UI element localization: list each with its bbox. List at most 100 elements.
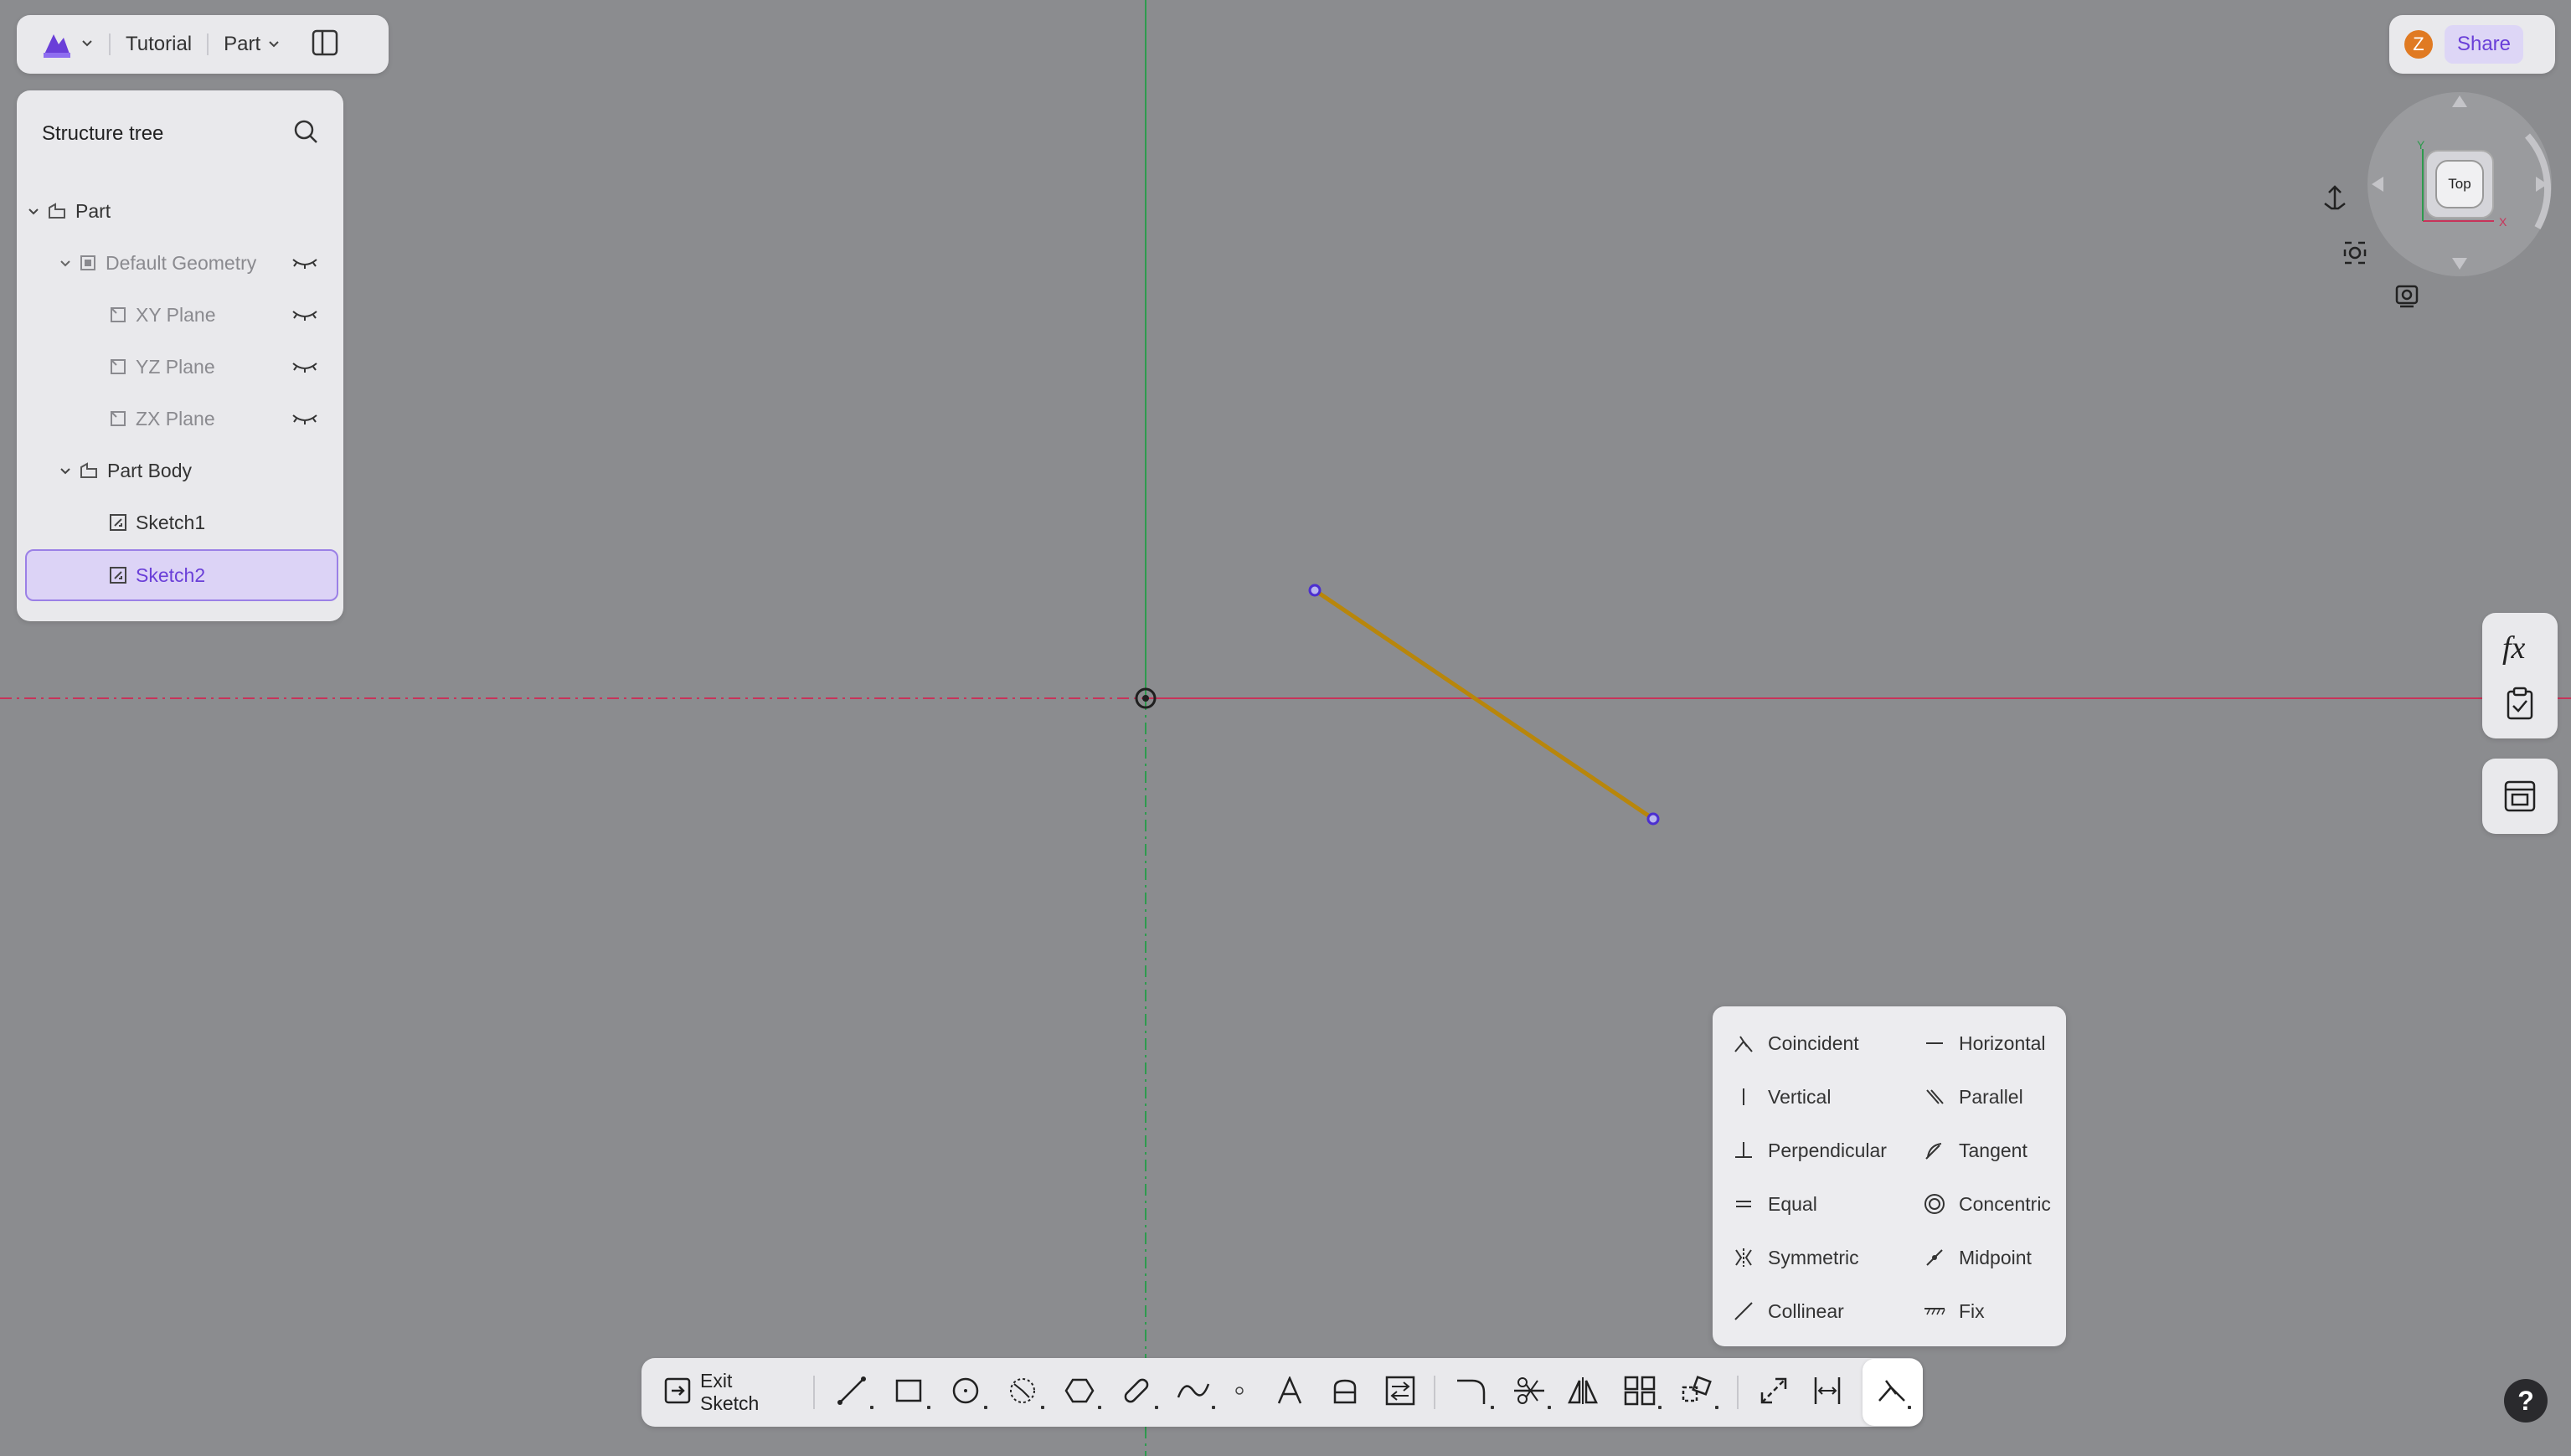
chevron-down-icon[interactable] <box>80 36 94 54</box>
body-icon <box>79 460 99 481</box>
tree-item-label: ZX Plane <box>136 407 215 430</box>
home-view-icon[interactable] <box>2324 185 2346 210</box>
tree-item-label: YZ Plane <box>136 355 215 378</box>
constraint-label: Tangent <box>1959 1139 2027 1161</box>
constraint-label: Collinear <box>1768 1299 1844 1322</box>
render-mode-icon[interactable] <box>2395 285 2419 308</box>
view-navigator[interactable]: Top X Y <box>2295 84 2554 318</box>
constraint-label: Parallel <box>1959 1085 2023 1108</box>
constraint-tool-icon <box>1876 1376 1909 1410</box>
constraint-label: Midpoint <box>1959 1246 2032 1268</box>
tree-item-default-geometry[interactable]: Default Geometry <box>25 239 333 287</box>
tree-item-label: Part Body <box>107 459 192 481</box>
text-tool-icon <box>1275 1375 1304 1409</box>
tree-item-yz-plane[interactable]: YZ Plane <box>25 342 333 391</box>
visibility-hidden-icon[interactable] <box>291 252 318 275</box>
part-icon <box>47 201 67 221</box>
transform-tool[interactable] <box>1677 1367 1719 1417</box>
tree-item-sketch1[interactable]: Sketch1 <box>25 498 333 547</box>
constraint-equal[interactable]: Equal <box>1731 1187 1817 1221</box>
top-toolbar: Tutorial Part <box>17 15 389 74</box>
pattern-tool[interactable] <box>1620 1367 1662 1417</box>
constraint-fix[interactable]: Fix <box>1922 1294 1985 1328</box>
structure-tree-panel: Structure tree Part Default Geometry XY … <box>17 90 343 621</box>
vertical-icon <box>1731 1087 1756 1107</box>
line-endpoint-end[interactable] <box>1646 812 1660 826</box>
constraint-collinear[interactable]: Collinear <box>1731 1294 1844 1328</box>
share-button[interactable]: Share <box>2445 25 2523 64</box>
construction-tool-icon <box>1759 1376 1789 1410</box>
chevron-down-icon[interactable] <box>57 464 74 477</box>
circle-tool[interactable] <box>945 1367 987 1417</box>
constraint-label: Perpendicular <box>1768 1139 1887 1161</box>
tree-item-sketch2[interactable]: Sketch2 <box>25 549 338 601</box>
symmetric-icon <box>1731 1248 1756 1268</box>
exit-sketch-button[interactable]: Exit Sketch <box>663 1367 796 1417</box>
mirror-tool[interactable] <box>1566 1367 1600 1417</box>
constraint-vertical[interactable]: Vertical <box>1731 1080 1831 1114</box>
line-endpoint-start[interactable] <box>1308 584 1322 597</box>
visibility-hidden-icon[interactable] <box>291 304 318 327</box>
app-logo-icon[interactable] <box>39 26 75 63</box>
tree-item-part-body[interactable]: Part Body <box>25 446 333 495</box>
tree-item-xy-plane[interactable]: XY Plane <box>25 291 333 339</box>
tree-item-zx-plane[interactable]: ZX Plane <box>25 394 333 443</box>
line-tool-icon <box>837 1376 867 1410</box>
visibility-hidden-icon[interactable] <box>291 408 318 430</box>
part-menu-button[interactable]: Part <box>224 33 281 56</box>
tree-item-label: Part <box>75 199 111 222</box>
transform-tool-icon <box>1680 1375 1713 1410</box>
concentric-icon <box>1922 1193 1947 1215</box>
line-tool[interactable] <box>832 1367 873 1417</box>
formula-fx-button[interactable]: fx <box>2502 630 2525 666</box>
convert-tool[interactable] <box>1383 1367 1417 1417</box>
constraint-symmetric[interactable]: Symmetric <box>1731 1241 1859 1274</box>
polygon-tool[interactable] <box>1059 1367 1101 1417</box>
divider <box>207 33 209 55</box>
share-bar: Z Share <box>2389 15 2555 74</box>
constraint-label: Concentric <box>1959 1192 2051 1215</box>
horizontal-icon <box>1922 1033 1947 1053</box>
chevron-down-icon <box>267 33 281 56</box>
trim-tool[interactable] <box>1509 1367 1552 1417</box>
constraint-concentric[interactable]: Concentric <box>1922 1187 2051 1221</box>
fit-view-icon[interactable] <box>2343 241 2367 265</box>
rectangle-tool[interactable] <box>889 1367 930 1417</box>
sketch-canvas[interactable] <box>0 0 2571 1456</box>
sketch-line[interactable] <box>1312 588 1656 821</box>
user-avatar[interactable]: Z <box>2404 30 2433 59</box>
constraint-perpendicular[interactable]: Perpendicular <box>1731 1134 1887 1167</box>
tree-item-part[interactable]: Part <box>25 187 333 235</box>
visibility-hidden-icon[interactable] <box>291 356 318 378</box>
spline-tool-icon <box>1177 1376 1210 1410</box>
view-cube-label: Top <box>2448 176 2471 192</box>
spline-tool[interactable] <box>1173 1367 1215 1417</box>
table-icon[interactable] <box>2504 780 2536 816</box>
checklist-icon[interactable] <box>2506 687 2534 724</box>
sketch-icon <box>109 566 127 584</box>
project-name[interactable]: Tutorial <box>126 33 192 56</box>
constraint-coincident[interactable]: Coincident <box>1731 1026 1859 1060</box>
constraint-parallel[interactable]: Parallel <box>1922 1080 2023 1114</box>
layout-toggle-icon[interactable] <box>311 28 339 61</box>
right-tools-panel: fx <box>2482 613 2558 738</box>
arc-tool[interactable] <box>1002 1367 1044 1417</box>
constraint-tool[interactable] <box>1863 1359 1924 1426</box>
constraint-horizontal[interactable]: Horizontal <box>1922 1026 2046 1060</box>
tree-item-label: XY Plane <box>136 303 216 326</box>
chevron-down-icon[interactable] <box>57 256 74 270</box>
dimension-tool[interactable] <box>1809 1367 1846 1417</box>
fillet-tool[interactable] <box>1452 1367 1495 1417</box>
constraint-midpoint[interactable]: Midpoint <box>1922 1241 2032 1274</box>
point-tool[interactable] <box>1227 1367 1252 1417</box>
help-button[interactable]: ? <box>2504 1379 2548 1423</box>
text-tool[interactable] <box>1274 1367 1307 1417</box>
search-icon[interactable] <box>291 117 320 150</box>
constraint-tangent[interactable]: Tangent <box>1922 1134 2027 1167</box>
fillet-tool-icon <box>1456 1376 1489 1410</box>
slot-tool[interactable] <box>1116 1367 1158 1417</box>
offset-tool[interactable] <box>1328 1367 1362 1417</box>
chevron-down-icon[interactable] <box>25 204 42 218</box>
construction-tool[interactable] <box>1755 1367 1792 1417</box>
rectangle-tool-icon <box>894 1376 924 1410</box>
